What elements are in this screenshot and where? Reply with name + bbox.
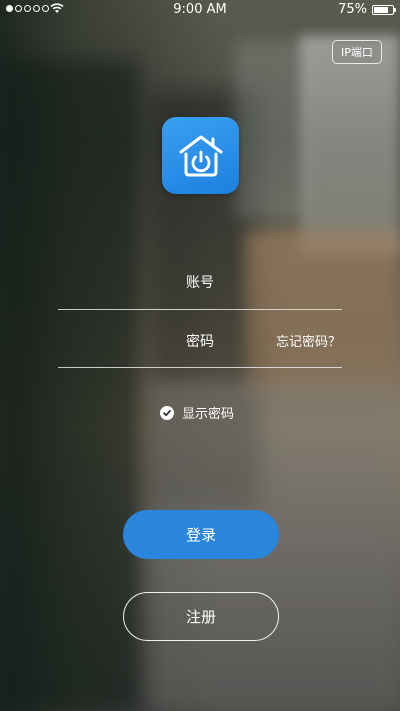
show-password-toggle[interactable]: 显示密码 bbox=[160, 403, 234, 422]
checkmark-icon[interactable] bbox=[160, 405, 174, 420]
home-power-icon bbox=[179, 135, 222, 176]
background-shelf bbox=[245, 230, 400, 400]
show-password-label: 显示密码 bbox=[182, 407, 235, 422]
login-button[interactable]: 登录 bbox=[123, 510, 279, 559]
background-window bbox=[235, 40, 305, 220]
battery-percent: 75% bbox=[338, 2, 367, 17]
status-bar: 9:00 AM 75% bbox=[0, 0, 400, 20]
app-logo-icon bbox=[162, 117, 239, 194]
ip-port-button[interactable]: IP端口 bbox=[332, 40, 382, 64]
forgot-password-link[interactable]: 忘记密码？ bbox=[276, 331, 341, 350]
password-divider bbox=[58, 367, 342, 368]
account-input[interactable]: 账号 bbox=[186, 272, 214, 292]
background-scene bbox=[0, 60, 140, 711]
background-window-bright bbox=[300, 35, 400, 255]
account-divider bbox=[58, 309, 342, 310]
register-button[interactable]: 注册 bbox=[123, 592, 279, 641]
password-input[interactable]: 密码 bbox=[186, 331, 214, 351]
battery-icon bbox=[372, 5, 396, 15]
